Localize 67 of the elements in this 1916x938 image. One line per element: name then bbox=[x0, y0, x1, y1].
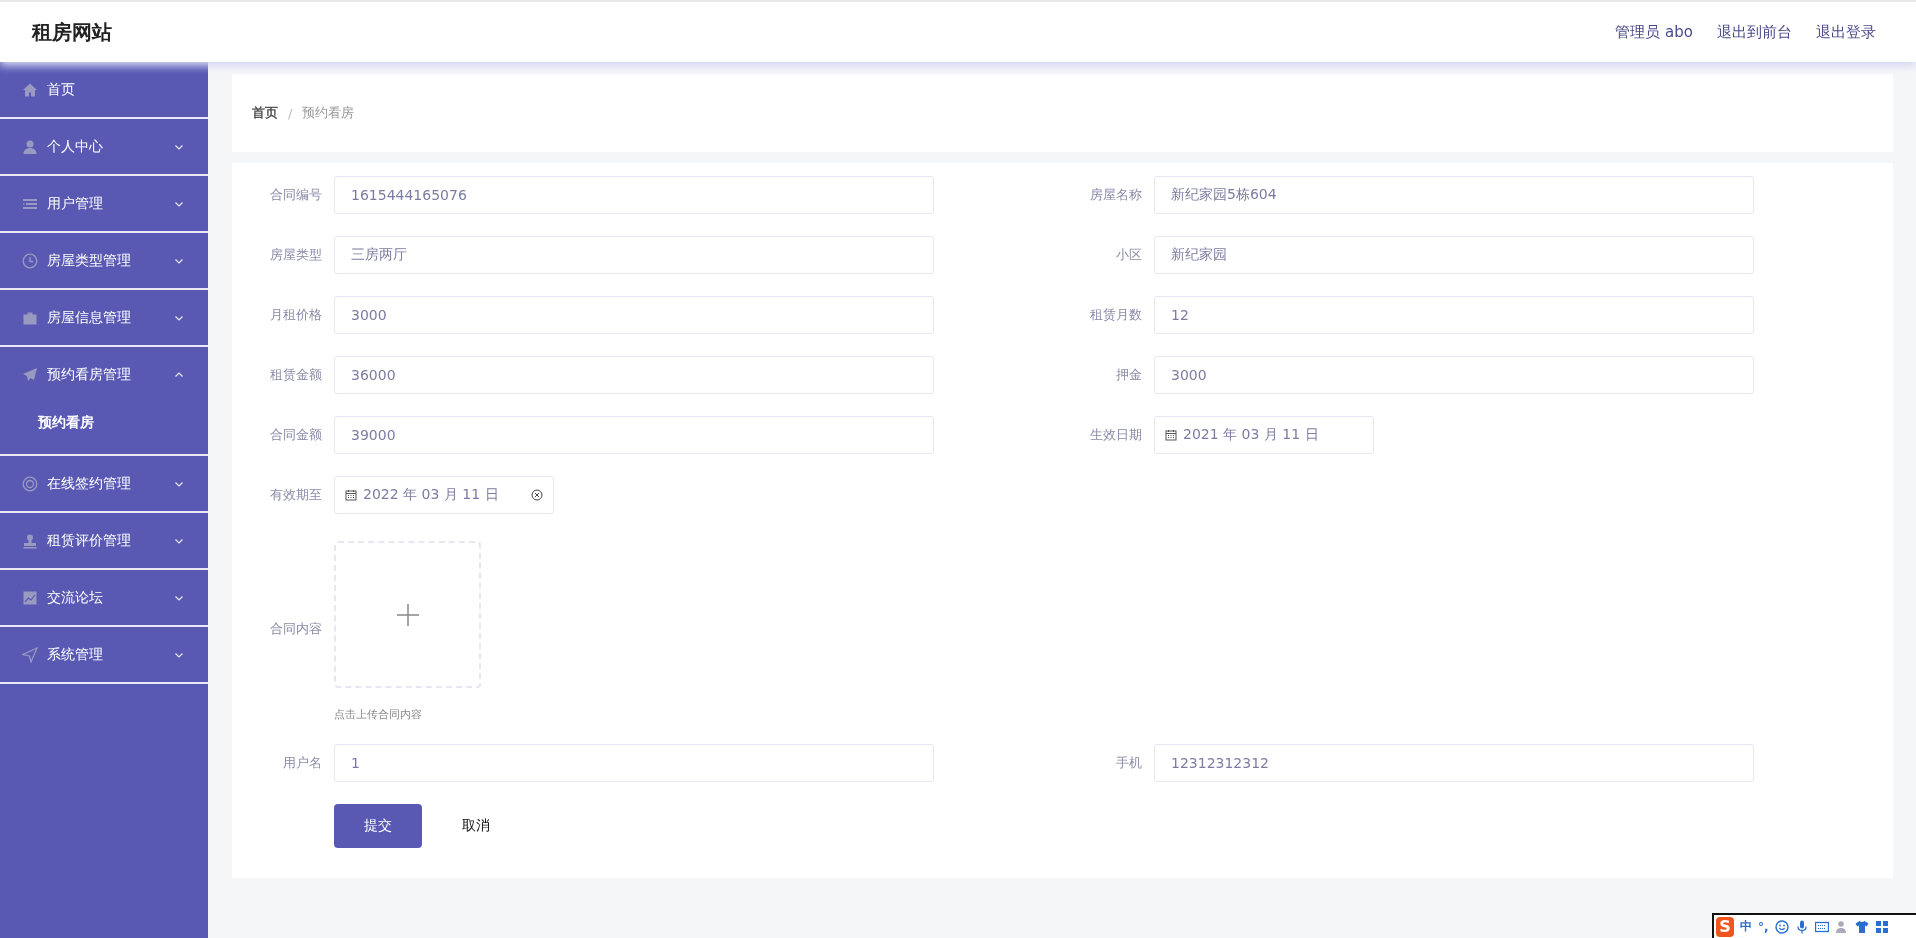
ime-mode-toggle[interactable]: °, bbox=[1758, 919, 1769, 934]
send-icon bbox=[22, 646, 38, 663]
text-field[interactable]: 12312312312 bbox=[1154, 744, 1754, 782]
field-label: 房屋类型 bbox=[269, 246, 322, 264]
field-label: 租赁月数 bbox=[1089, 306, 1142, 324]
field-label: 用户名 bbox=[282, 754, 322, 772]
sidebar-subitem[interactable]: 预约看房 bbox=[0, 402, 208, 454]
calendar-icon bbox=[345, 489, 357, 501]
clear-icon[interactable] bbox=[531, 489, 543, 501]
shirt-icon[interactable] bbox=[1854, 919, 1869, 934]
microphone-icon[interactable] bbox=[1794, 919, 1809, 934]
keyboard-icon[interactable] bbox=[1814, 919, 1829, 934]
breadcrumb-separator: / bbox=[288, 105, 293, 121]
field-label: 合同金额 bbox=[269, 426, 322, 444]
smiley-icon[interactable] bbox=[1774, 919, 1789, 934]
clock-icon bbox=[22, 252, 38, 269]
text-field[interactable]: 1 bbox=[334, 744, 934, 782]
text-field[interactable]: 三房两厅 bbox=[334, 236, 934, 274]
stamp-icon bbox=[22, 532, 38, 549]
text-field[interactable]: 1615444165076 bbox=[334, 176, 934, 214]
sidebar-item[interactable]: 预约看房管理 bbox=[0, 347, 208, 402]
field-label: 押金 bbox=[1115, 366, 1142, 384]
ime-mode-toggle[interactable]: 中 bbox=[1740, 918, 1752, 935]
text-field[interactable]: 39000 bbox=[334, 416, 934, 454]
sidebar-item[interactable]: 个人中心 bbox=[0, 119, 208, 174]
field-label: 小区 bbox=[1115, 246, 1142, 264]
field-label: 租赁金额 bbox=[269, 366, 322, 384]
site-title: 租房网站 bbox=[32, 18, 112, 46]
text-field[interactable]: 12 bbox=[1154, 296, 1754, 334]
ime-logo[interactable]: S bbox=[1716, 916, 1734, 937]
grid-icon[interactable] bbox=[1874, 919, 1889, 934]
sidebar-item[interactable]: 房屋类型管理 bbox=[0, 233, 208, 288]
admin-username: 管理员 abo bbox=[1615, 22, 1693, 42]
field-label: 合同内容 bbox=[269, 620, 322, 638]
sidebar-item[interactable]: 首页 bbox=[0, 62, 208, 117]
paper-plane-icon bbox=[22, 366, 38, 383]
upload-hint: 点击上传合同内容 bbox=[334, 707, 422, 722]
date-field[interactable]: 2022 年 03 月 11 日 bbox=[334, 476, 554, 514]
field-label: 月租价格 bbox=[269, 306, 322, 324]
text-field[interactable]: 36000 bbox=[334, 356, 934, 394]
breadcrumb-item: 预约看房 bbox=[302, 104, 355, 122]
header-link[interactable]: 退出到前台 bbox=[1717, 22, 1792, 42]
sidebar-item[interactable]: 用户管理 bbox=[0, 176, 208, 231]
field-label: 合同编号 bbox=[269, 186, 322, 204]
header-link[interactable]: 退出登录 bbox=[1816, 22, 1876, 42]
sidebar-item[interactable]: 房屋信息管理 bbox=[0, 290, 208, 345]
sidebar-item[interactable]: 在线签约管理 bbox=[0, 456, 208, 511]
sidebar-item[interactable]: 交流论坛 bbox=[0, 570, 208, 625]
calendar-icon bbox=[1165, 429, 1177, 441]
home-icon bbox=[22, 81, 38, 98]
ring-icon bbox=[22, 475, 38, 492]
date-field[interactable]: 2021 年 03 月 11 日 bbox=[1154, 416, 1374, 454]
field-label: 手机 bbox=[1115, 754, 1142, 772]
text-field[interactable]: 3000 bbox=[1154, 356, 1754, 394]
chart-icon bbox=[22, 589, 38, 606]
text-field[interactable]: 3000 bbox=[334, 296, 934, 334]
breadcrumb-item[interactable]: 首页 bbox=[252, 104, 278, 122]
field-label: 房屋名称 bbox=[1089, 186, 1142, 204]
sidebar-item[interactable]: 系统管理 bbox=[0, 627, 208, 682]
text-field[interactable]: 新纪家园5栋604 bbox=[1154, 176, 1754, 214]
person-icon bbox=[22, 138, 38, 155]
text-field[interactable]: 新纪家园 bbox=[1154, 236, 1754, 274]
field-label: 生效日期 bbox=[1089, 426, 1142, 444]
plus-icon bbox=[396, 603, 419, 626]
sidebar-item[interactable]: 租赁评价管理 bbox=[0, 513, 208, 568]
submit-button[interactable]: 提交 bbox=[334, 804, 422, 848]
field-label: 有效期至 bbox=[269, 486, 322, 504]
